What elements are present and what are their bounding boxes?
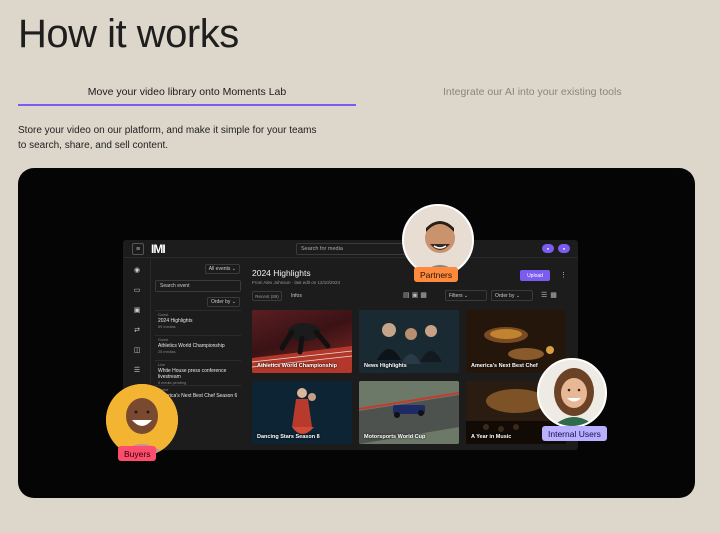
top-right-icons: ● ●: [542, 244, 570, 253]
media-card-label: Motorsports World Cup: [364, 434, 426, 440]
page-title: How it works: [18, 12, 239, 56]
book-icon: ◫: [133, 347, 141, 354]
shuffle-icon: ⇄: [134, 327, 140, 334]
user-icon: ●: [558, 244, 570, 253]
filters-select: Filters ⌄: [445, 290, 487, 301]
media-card: Athletics World Championship: [252, 310, 352, 373]
order-select: Order by ⌄: [491, 290, 533, 301]
event-owner: Guest: [158, 338, 169, 342]
tab-move-library[interactable]: Move your video library onto Moments Lab: [18, 78, 356, 106]
home-icon: ◉: [133, 267, 141, 274]
tab-description: Store your video on our platform, and ma…: [18, 125, 317, 151]
more-options-icon: ⋮: [560, 272, 567, 279]
collection-title: 2024 Highlights: [252, 268, 311, 278]
recent-chip: Recent (89): [252, 291, 282, 301]
event-search-input: Search event: [155, 280, 241, 292]
media-card-label: America's Next Best Chef: [471, 363, 538, 369]
media-search-input: Search for media: [296, 243, 416, 255]
folder-icon: ▭: [133, 287, 141, 294]
infos-chip: Infos: [291, 293, 302, 299]
media-card-label: A Year in Music: [471, 434, 512, 440]
collection-main: 2024 Highlights From Alex Johnson · last…: [245, 259, 578, 450]
media-card: Motorsports World Cup: [359, 381, 459, 444]
event-owner: Live: [158, 363, 165, 367]
active-tab-indicator: [18, 104, 356, 106]
buyers-badge: Buyers: [118, 446, 157, 461]
illustration-stage: ≡ IMI Search for media ● ● ◉ ▭ ▣ ⇄ ◫ ☰ A…: [18, 168, 695, 498]
media-card: News Highlights: [359, 310, 459, 373]
notification-icon: ●: [542, 244, 554, 253]
media-card: Dancing Stars Season 8: [252, 381, 352, 444]
event-count: 89 medias: [158, 325, 176, 329]
event-count: 25 medias: [158, 350, 176, 354]
events-filter-select: All events ⌄: [204, 264, 240, 274]
collection-subtitle: From Alex Johnson · last edit on 12/10/2…: [252, 280, 341, 285]
events-order-select: Order by ⌄: [206, 297, 240, 307]
tab-integrate-ai[interactable]: Integrate our AI into your existing tool…: [442, 78, 720, 106]
internal-user-avatar: [537, 358, 607, 428]
tab-bar: Move your video library onto Moments Lab…: [18, 78, 698, 108]
upload-button: Upload: [520, 270, 550, 281]
event-title: 2024 Highlights: [158, 318, 193, 324]
event-item: Guest 2024 Highlights 89 medias: [155, 310, 241, 334]
media-card-label: Dancing Stars Season 8: [257, 434, 320, 440]
partners-badge: Partners: [414, 267, 459, 282]
list-icon: ☰: [133, 367, 141, 374]
partner-avatar: [402, 204, 474, 276]
event-title: Athletics World Championship: [158, 343, 225, 349]
event-item: Live White House press conference livest…: [155, 360, 241, 385]
internal-users-badge: Internal Users: [542, 426, 607, 441]
event-title: White House press conference livestream: [158, 368, 227, 380]
event-owner: Guest: [158, 313, 169, 317]
monitor-icon: ▣: [133, 307, 141, 314]
menu-icon: ≡: [132, 243, 144, 255]
media-card-label: Athletics World Championship: [257, 363, 337, 369]
view-mode-icons: ▤▣▦: [403, 292, 429, 299]
media-card-label: News Highlights: [364, 363, 407, 369]
internal-user-portrait: [539, 360, 605, 426]
app-window-mockup: ≡ IMI Search for media ● ● ◉ ▭ ▣ ⇄ ◫ ☰ A…: [123, 240, 578, 450]
app-top-bar: ≡ IMI Search for media ● ●: [123, 240, 578, 258]
event-owner: Guest: [158, 388, 238, 392]
event-item: Guest Athletics World Championship 25 me…: [155, 335, 241, 359]
app-logo: IMI: [151, 242, 166, 256]
grid-list-icons: ☰▦: [541, 292, 560, 299]
